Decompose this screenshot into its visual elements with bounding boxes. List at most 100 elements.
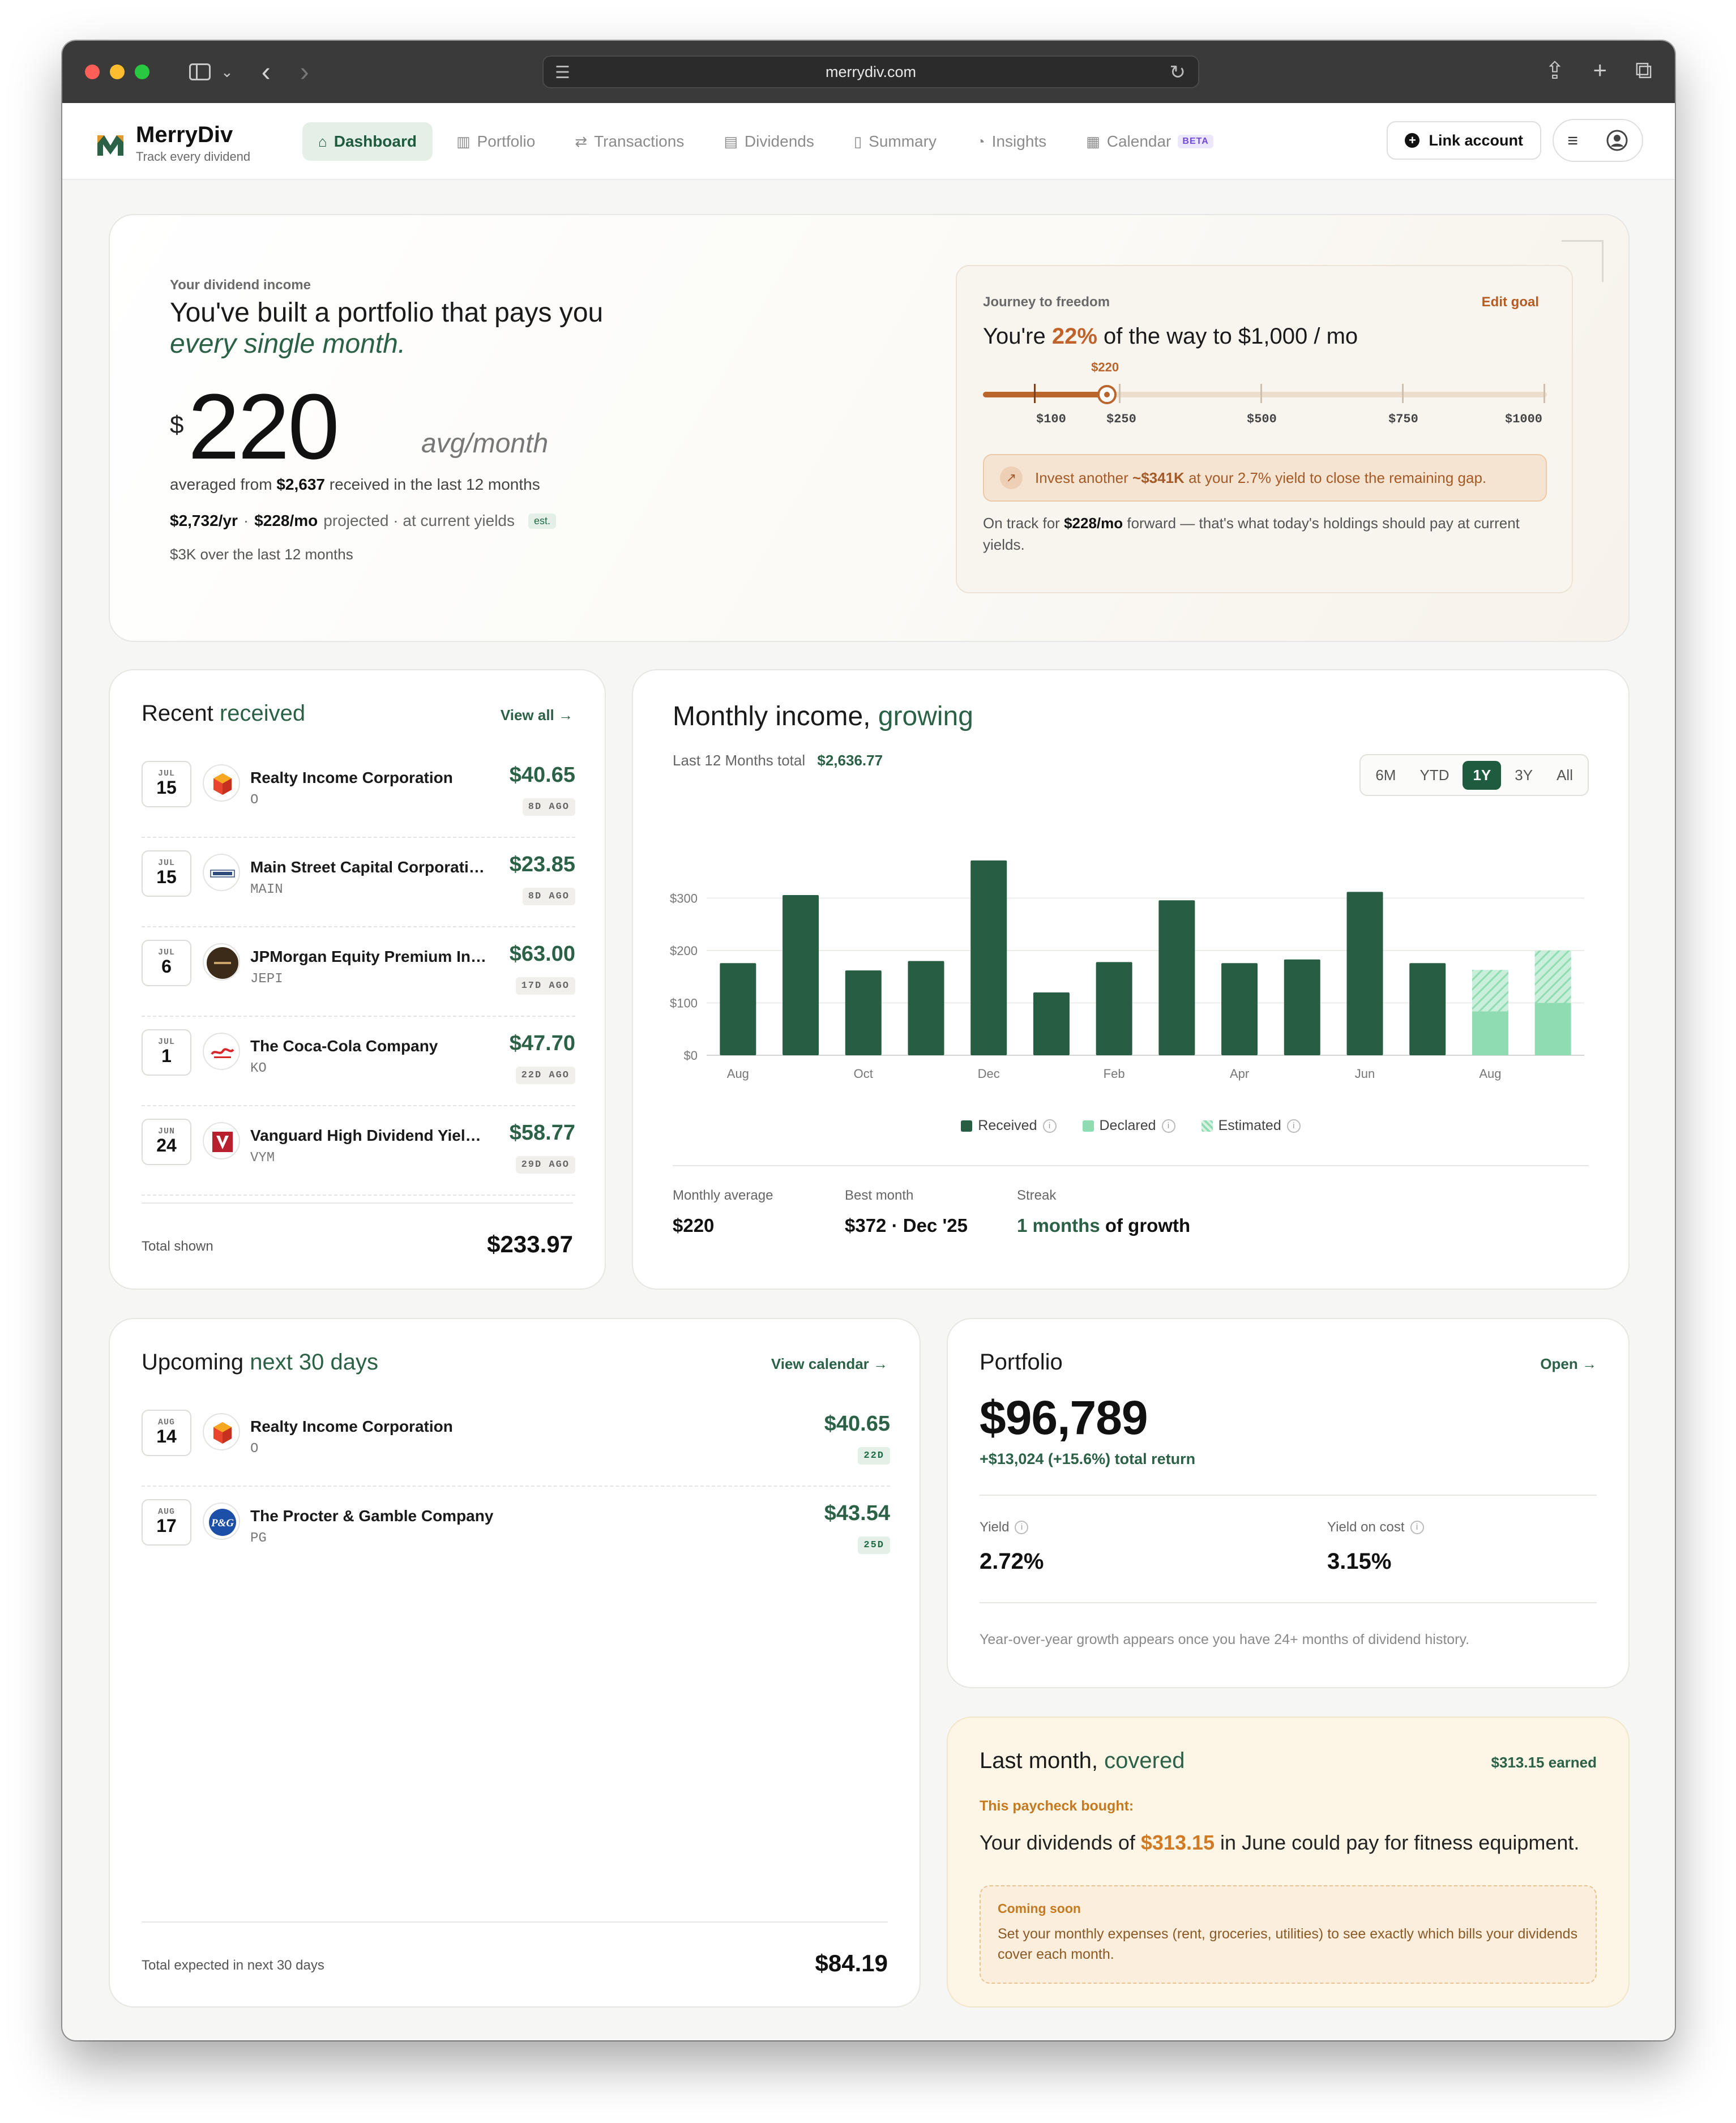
date-day: 14 (156, 1426, 177, 1446)
back-arrow-icon[interactable]: ‹ (262, 57, 271, 88)
close-window-button[interactable] (85, 65, 100, 79)
nav-summary[interactable]: ▯ Summary (838, 122, 952, 161)
monthly-title: Monthly income, growing (673, 701, 973, 732)
list-item[interactable]: JUL 15 Main Street Capital Corporation M… (142, 838, 575, 927)
zoom-window-button[interactable] (135, 65, 149, 79)
info-icon[interactable]: i (1286, 1119, 1301, 1133)
stat-label: Best month (845, 1188, 914, 1203)
share-icon[interactable]: ⇪ (1545, 57, 1564, 84)
range-6m[interactable]: 6M (1365, 761, 1406, 790)
paycheck-prefix: Your dividends of (980, 1831, 1135, 1854)
monthly-income-card: Monthly income, growing Last 12 Months t… (632, 669, 1630, 1290)
bar-received (908, 961, 944, 1055)
date-badge: AUG 17 (142, 1499, 191, 1546)
paycheck-amount: $313.15 (1140, 1831, 1215, 1854)
hero-sub-amount: $2,637 (276, 476, 325, 493)
browser-actions: ⇪ + ⧉ (1545, 57, 1652, 84)
realty-income-logo (203, 764, 240, 802)
cash-icon: ▤ (724, 132, 738, 150)
tab-overview-icon[interactable]: ⧉ (1635, 57, 1652, 84)
stat-value: 3.15% (1327, 1549, 1392, 1574)
tick-100 (1034, 384, 1036, 403)
link-account-button[interactable]: + Link account (1387, 121, 1541, 160)
nav-insights[interactable]: ◔ Insights (960, 122, 1062, 161)
site-settings-icon[interactable]: ☰ (555, 63, 570, 83)
company-name: Realty Income Corporation (250, 1418, 453, 1435)
bar-received (845, 970, 882, 1055)
coca-cola-logo (203, 1033, 240, 1070)
dividend-income-hero: Your dividend income You've built a port… (109, 214, 1630, 642)
nav-dashboard[interactable]: ⌂ Dashboard (302, 122, 433, 161)
total-expected-value: $84.19 (815, 1950, 888, 1976)
info-icon[interactable]: i (1015, 1521, 1029, 1534)
journey-percent: 22% (1051, 324, 1097, 349)
ticker: O (250, 793, 259, 808)
journey-title-suffix: of the way to $1,000 / mo (1104, 324, 1358, 349)
view-all-link[interactable]: View all → (501, 707, 573, 724)
user-menu-button[interactable]: ≡ (1553, 119, 1643, 162)
list-item[interactable]: AUG 14 Realty Income Corporation O $40.6… (142, 1397, 890, 1487)
reload-icon[interactable]: ↻ (1170, 61, 1186, 84)
stat-value: $220 (673, 1215, 715, 1236)
company-name: Main Street Capital Corporation (250, 858, 488, 876)
current-progress-label: $220 (1091, 360, 1119, 374)
calendar-icon: ▦ (1086, 132, 1100, 150)
edit-goal-link[interactable]: Edit goal (1482, 294, 1539, 310)
list-item[interactable]: JUL 1 The Coca-Cola Company KO $47.70 22… (142, 1017, 575, 1106)
home-icon: ⌂ (318, 132, 327, 150)
days-ago-badge: 29D AGO (515, 1156, 575, 1174)
total-label: Last 12 Months total (673, 752, 806, 769)
nav-calendar[interactable]: ▦ Calendar BETA (1070, 122, 1229, 161)
plus-icon: + (1405, 133, 1420, 148)
stat-yield-on-cost: Yield on cost i 3.15% (1327, 1520, 1424, 1574)
ticker: JEPI (250, 971, 283, 987)
coming-soon-title: Coming soon (998, 1901, 1081, 1916)
recent-received-card: Recent received View all → JUL 15 Realty… (109, 669, 606, 1290)
info-icon[interactable]: i (1410, 1521, 1424, 1534)
stat-monthly-average: Monthly average $220 (673, 1188, 773, 1236)
streak-suffix: of growth (1105, 1215, 1191, 1236)
y-tick-label: $100 (670, 996, 698, 1011)
hero-sub-suffix: received in the last 12 months (329, 476, 540, 493)
address-bar[interactable]: ☰ merrydiv.com ↻ (542, 55, 1199, 88)
last-month-card: Last month, covered $313.15 earned This … (947, 1717, 1630, 2008)
ticker: O (250, 1441, 259, 1457)
monthly-income-chart: $0 $100 $200 $300 Aug Oct Dec Feb Apr Jun Aug (670, 860, 1584, 1081)
chevron-down-icon[interactable]: ⌄ (221, 63, 233, 81)
tick-label: $750 (1388, 412, 1418, 426)
user-avatar-icon (1606, 130, 1628, 151)
info-icon[interactable]: i (1161, 1119, 1175, 1133)
nav-portfolio[interactable]: ▥ Portfolio (441, 122, 551, 161)
stat-yield: Yield i 2.72% (980, 1520, 1044, 1574)
list-item[interactable]: JUN 24 Vanguard High Dividend Yield ETF … (142, 1106, 575, 1196)
logo[interactable]: MerryDiv Track every dividend (95, 123, 250, 164)
tick-500 (1260, 384, 1262, 403)
journey-eyebrow: Journey to freedom (983, 294, 1110, 310)
open-portfolio-link[interactable]: Open → (1540, 1355, 1597, 1373)
range-3y[interactable]: 3Y (1504, 761, 1543, 790)
arrow-up-right-icon: ↗ (1000, 466, 1023, 489)
nav-dividends[interactable]: ▤ Dividends (708, 122, 830, 161)
forward-arrow-icon[interactable]: › (300, 57, 309, 88)
range-1y[interactable]: 1Y (1463, 760, 1502, 790)
tick-label: $250 (1106, 412, 1136, 426)
sidebar-toggle-icon[interactable] (189, 63, 211, 80)
nav-transactions[interactable]: ⇄ Transactions (559, 122, 700, 161)
ticker: MAIN (250, 882, 283, 897)
ticker: VYM (250, 1150, 275, 1166)
info-icon[interactable]: i (1042, 1119, 1057, 1133)
list-item[interactable]: JUL 6 JPMorgan Equity Premium Income ETF… (142, 927, 575, 1017)
days-ago-badge: 22D AGO (515, 1067, 575, 1084)
range-ytd[interactable]: YTD (1409, 761, 1459, 790)
address-url: merrydiv.com (825, 63, 916, 80)
view-calendar-link[interactable]: View calendar → (771, 1355, 888, 1373)
minimize-window-button[interactable] (110, 65, 125, 79)
pie-icon: ◔ (976, 132, 985, 150)
list-item[interactable]: JUL 15 Realty Income Corporation O $40.6… (142, 748, 575, 838)
brand-name: MerryDiv (136, 122, 233, 147)
coming-soon-body: Set your monthly expenses (rent, groceri… (998, 1926, 1578, 1963)
list-item[interactable]: AUG 17 P&G The Procter & Gamble Company … (142, 1487, 890, 1576)
tick-label: $100 (1036, 412, 1066, 426)
new-tab-icon[interactable]: + (1593, 57, 1607, 84)
range-all[interactable]: All (1546, 761, 1583, 790)
